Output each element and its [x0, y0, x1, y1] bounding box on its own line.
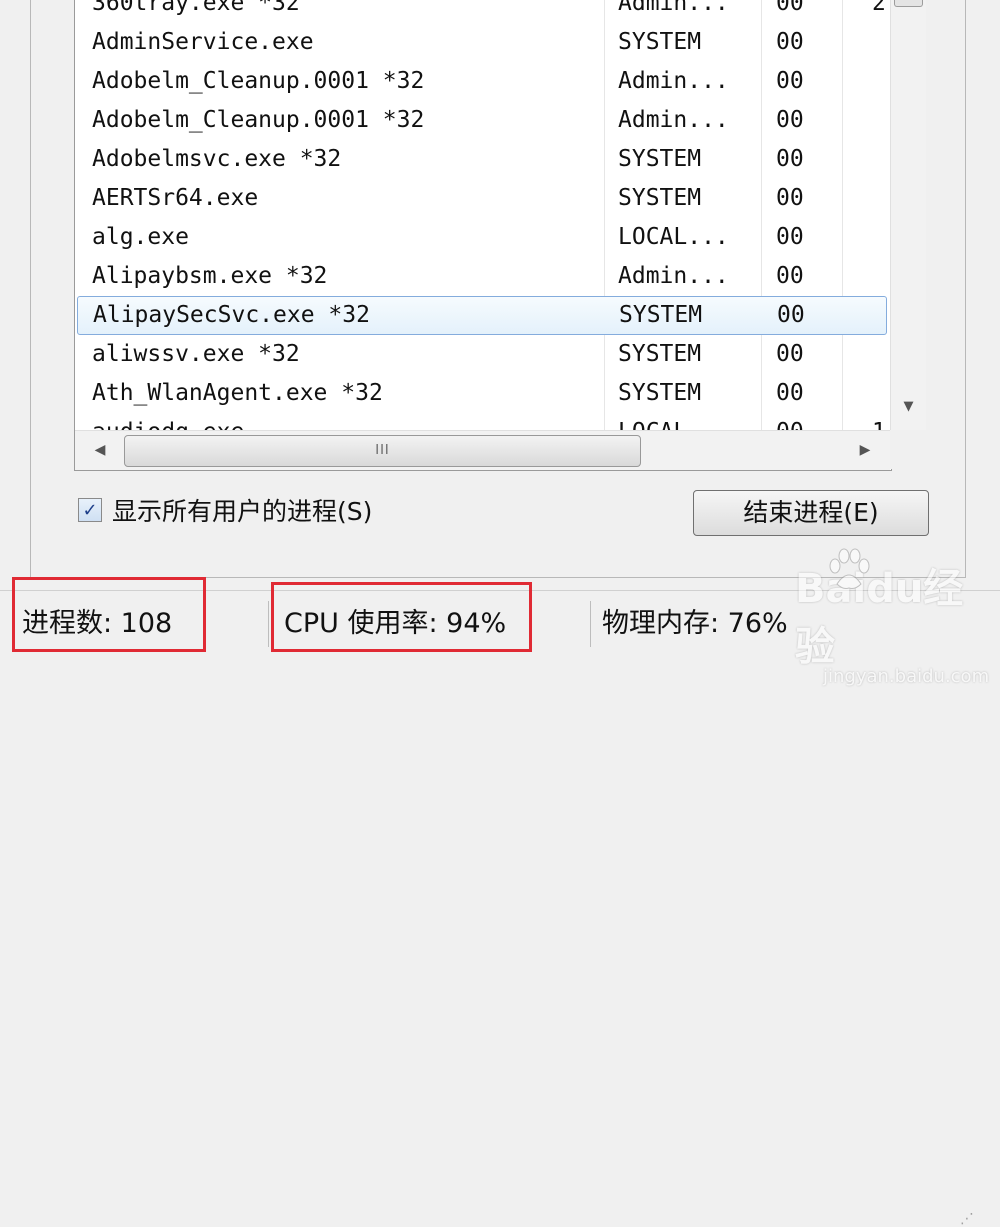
process-cpu-cell: 00 [776, 107, 804, 133]
process-name-cell: Adobelm_Cleanup.0001 *32 [92, 68, 425, 94]
process-cpu-cell: 00 [776, 224, 804, 250]
process-name-cell: Ath_WlanAgent.exe *32 [92, 380, 383, 406]
process-name-cell: AdminService.exe [92, 29, 314, 55]
process-name-cell: AERTSr64.exe [92, 185, 259, 211]
show-all-users-label: 显示所有用户的进程(S) [112, 497, 373, 526]
process-memory-cell [872, 335, 891, 374]
process-row[interactable]: aliwssv.exe *32 SYSTEM 00 [75, 335, 887, 374]
scroll-right-arrow-icon[interactable]: ▶ [845, 431, 885, 470]
process-cpu-cell: 00 [777, 302, 805, 328]
process-user-cell: SYSTEM [618, 146, 702, 172]
process-memory-cell [872, 374, 891, 413]
process-user-cell: SYSTEM [618, 29, 702, 55]
process-row[interactable]: AdminService.exe SYSTEM 00 [75, 23, 887, 62]
process-user-cell: SYSTEM [618, 185, 702, 211]
process-memory-cell: 2 [872, 0, 886, 16]
process-row[interactable]: alg.exe LOCAL... 00 [75, 218, 887, 257]
process-name-cell: Alipaybsm.exe *32 [92, 263, 328, 289]
status-separator [590, 601, 591, 647]
show-all-users-option[interactable]: ✓ 显示所有用户的进程(S) [78, 492, 372, 528]
resize-grip-icon[interactable]: ⋰ [960, 1211, 974, 1227]
process-cpu-cell: 00 [776, 68, 804, 94]
process-name-cell: aliwssv.exe *32 [92, 341, 300, 367]
process-user-cell: SYSTEM [619, 302, 703, 328]
process-memory-cell [872, 218, 891, 257]
process-name-cell: 360tray.exe *32 [92, 0, 300, 16]
process-user-cell: Admin... [618, 107, 729, 133]
process-name-cell: Adobelmsvc.exe *32 [92, 146, 342, 172]
process-memory-cell [872, 140, 891, 179]
baidu-watermark: Baidu经验 jingyan.baidu.com [795, 548, 1000, 687]
process-user-cell: SYSTEM [618, 380, 702, 406]
process-row[interactable]: Ath_WlanAgent.exe *32 SYSTEM 00 [75, 374, 887, 413]
process-user-cell: Admin... [618, 0, 729, 16]
process-row[interactable]: Adobelm_Cleanup.0001 *32 Admin... 00 [75, 101, 887, 140]
highlight-box-process-count [12, 577, 206, 652]
process-cpu-cell: 00 [776, 0, 804, 16]
highlight-box-cpu-usage [271, 582, 532, 652]
process-row[interactable]: Adobelm_Cleanup.0001 *32 Admin... 00 [75, 62, 887, 101]
window-frame-right [965, 0, 1000, 578]
process-cpu-cell: 00 [776, 146, 804, 172]
process-cpu-cell: 00 [776, 380, 804, 406]
process-memory-cell [872, 257, 891, 296]
process-memory-cell [872, 23, 891, 62]
process-user-cell: Admin... [618, 263, 729, 289]
vertical-scroll-thumb[interactable] [894, 0, 923, 7]
process-user-cell: Admin... [618, 68, 729, 94]
scroll-left-arrow-icon[interactable]: ◀ [80, 431, 120, 470]
process-name-cell: AlipaySecSvc.exe *32 [93, 302, 370, 328]
process-user-cell: LOCAL... [618, 224, 729, 250]
process-rows: 360tray.exe *32 Admin... 00 2 AdminService.e… [75, 0, 887, 452]
process-row[interactable]: Alipaybsm.exe *32 Admin... 00 [75, 257, 887, 296]
process-cpu-cell: 00 [776, 185, 804, 211]
process-cpu-cell: 00 [776, 263, 804, 289]
vertical-scrollbar[interactable]: ▼ [890, 0, 926, 430]
process-row[interactable]: 360tray.exe *32 Admin... 00 2 [75, 0, 887, 23]
horizontal-scroll-thumb[interactable]: III [124, 435, 641, 467]
scrollbar-corner [890, 430, 925, 469]
process-memory-cell [872, 101, 891, 140]
process-list[interactable]: 360tray.exe *32 Admin... 00 2 AdminService.e… [74, 0, 892, 471]
process-row[interactable]: AlipaySecSvc.exe *32 SYSTEM 00 [77, 296, 887, 335]
process-name-cell: Adobelm_Cleanup.0001 *32 [92, 107, 425, 133]
window-frame-left [0, 0, 31, 578]
status-separator [268, 601, 269, 647]
end-process-button[interactable]: 结束进程(E) [693, 490, 929, 536]
process-row[interactable]: Adobelmsvc.exe *32 SYSTEM 00 [75, 140, 887, 179]
process-cpu-cell: 00 [776, 29, 804, 55]
process-row[interactable]: AERTSr64.exe SYSTEM 00 [75, 179, 887, 218]
process-name-cell: alg.exe [92, 224, 189, 250]
checkmark-icon: ✓ [82, 499, 98, 521]
show-all-users-checkbox[interactable]: ✓ [78, 498, 102, 522]
baidu-paw-icon [829, 548, 870, 589]
status-physical-memory: 物理内存: 76% [602, 608, 788, 639]
process-memory-cell [872, 179, 891, 218]
horizontal-scrollbar[interactable]: ◀ III ▶ [75, 430, 890, 470]
scroll-down-arrow-icon[interactable]: ▼ [891, 392, 926, 422]
process-user-cell: SYSTEM [618, 341, 702, 367]
process-memory-cell [872, 62, 891, 101]
watermark-url: jingyan.baidu.com [823, 666, 990, 687]
process-cpu-cell: 00 [776, 341, 804, 367]
